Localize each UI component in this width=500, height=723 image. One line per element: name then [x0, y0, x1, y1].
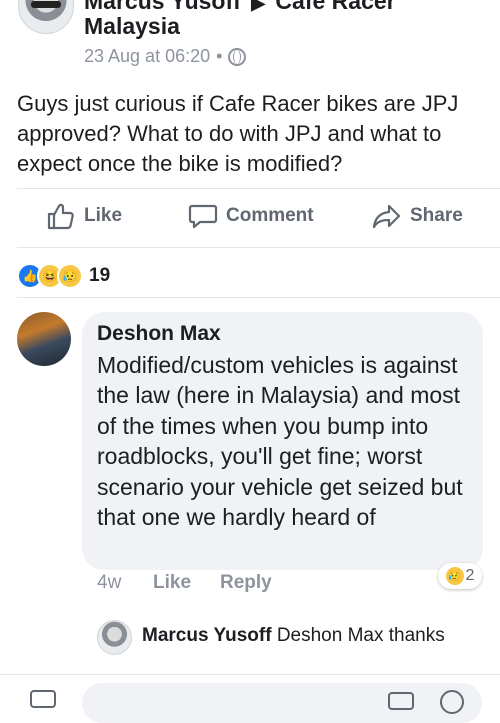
reply-text: Deshon Max thanks — [276, 625, 445, 646]
reply-line[interactable]: Marcus Yusoff Deshon Max thanks — [142, 625, 445, 647]
comment-like-button[interactable]: Like — [153, 572, 191, 594]
share-label: Share — [410, 205, 463, 226]
comment-reactions[interactable]: 😥 2 — [438, 563, 482, 589]
comment-reaction-count: 2 — [465, 567, 475, 584]
comment-reply-button[interactable]: Reply — [220, 572, 272, 594]
reaction-count[interactable]: 19 — [89, 265, 110, 287]
share-icon — [372, 204, 401, 229]
commenter-avatar[interactable] — [17, 312, 71, 366]
sad-icon: 😥 — [57, 263, 83, 289]
post-time[interactable]: 23 Aug at 06:20 — [84, 46, 210, 67]
reply-avatar[interactable] — [97, 620, 132, 655]
group-name-line2[interactable]: Malaysia — [84, 13, 180, 40]
gif-icon[interactable] — [388, 692, 414, 710]
divider — [17, 247, 500, 248]
globe-icon — [228, 47, 247, 66]
emoji-icon[interactable] — [440, 690, 464, 714]
comment-input[interactable] — [82, 683, 482, 723]
comment-label: Comment — [226, 205, 314, 226]
author-name[interactable]: Marcus Yusoff — [84, 0, 241, 14]
thumbs-up-icon — [47, 203, 74, 230]
arrow-icon: ▶ — [251, 0, 266, 13]
comment-icon — [188, 204, 218, 229]
author-avatar[interactable] — [18, 0, 74, 34]
post-meta: 23 Aug at 06:20 • — [84, 46, 247, 67]
like-label: Like — [84, 205, 123, 226]
reply-author[interactable]: Marcus Yusoff — [142, 625, 272, 646]
like-button[interactable]: Like — [46, 202, 122, 230]
camera-icon[interactable] — [30, 690, 56, 708]
group-name[interactable]: Cafe Racer — [275, 0, 395, 14]
divider — [17, 297, 500, 298]
divider — [0, 674, 500, 675]
share-button[interactable]: Share — [372, 202, 463, 230]
comment-author[interactable]: Deshon Max — [97, 322, 221, 346]
meta-dot: • — [216, 46, 223, 66]
post-text: Guys just curious if Cafe Racer bikes ar… — [17, 91, 459, 176]
comment-button[interactable]: Comment — [188, 202, 314, 230]
comment-time[interactable]: 4w — [97, 572, 121, 594]
sad-icon: 😥 — [445, 567, 464, 585]
divider — [17, 188, 500, 189]
reactions-summary[interactable]: 👍 😆 😥 19 — [17, 263, 110, 289]
comment-text: Modified/custom vehicles is against the … — [97, 352, 463, 531]
